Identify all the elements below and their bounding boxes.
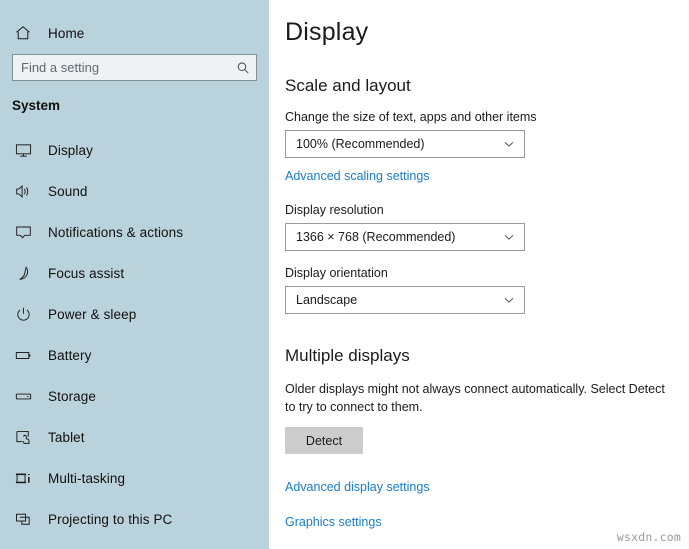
sidebar-section-title: System — [12, 98, 269, 113]
sidebar-item-label: Focus assist — [48, 266, 124, 281]
search-icon[interactable] — [230, 55, 256, 80]
multiple-displays-heading: Multiple displays — [285, 346, 689, 366]
sidebar: Home System Display — [0, 0, 269, 549]
moon-icon — [12, 263, 34, 285]
resolution-dropdown-value: 1366 × 768 (Recommended) — [296, 230, 500, 244]
monitor-icon — [12, 140, 34, 162]
resolution-field-label: Display resolution — [285, 203, 689, 217]
sidebar-item-label: Storage — [48, 389, 96, 404]
sidebar-item-focus-assist[interactable]: Focus assist — [0, 253, 269, 294]
resolution-dropdown[interactable]: 1366 × 768 (Recommended) — [285, 223, 525, 251]
sidebar-item-label: Display — [48, 143, 93, 158]
sidebar-item-notifications[interactable]: Notifications & actions — [0, 212, 269, 253]
scale-field-label: Change the size of text, apps and other … — [285, 110, 689, 124]
orientation-dropdown-value: Landscape — [296, 293, 500, 307]
page-title: Display — [285, 18, 689, 47]
sidebar-item-sound[interactable]: Sound — [0, 171, 269, 212]
orientation-field-label: Display orientation — [285, 266, 689, 280]
sidebar-item-label: Projecting to this PC — [48, 512, 172, 527]
sidebar-item-projecting[interactable]: Projecting to this PC — [0, 499, 269, 540]
sidebar-item-battery[interactable]: Battery — [0, 335, 269, 376]
home-icon — [12, 22, 34, 44]
sidebar-nav-list: Display Sound Notifica — [0, 130, 269, 540]
search-input[interactable] — [13, 55, 230, 80]
chevron-down-icon[interactable] — [500, 291, 518, 309]
sidebar-item-label: Sound — [48, 184, 88, 199]
detect-button[interactable]: Detect — [285, 427, 363, 454]
speaker-icon — [12, 181, 34, 203]
scale-and-layout-heading: Scale and layout — [285, 76, 689, 96]
notification-icon — [12, 222, 34, 244]
advanced-scaling-settings-link[interactable]: Advanced scaling settings — [285, 169, 430, 183]
scale-dropdown[interactable]: 100% (Recommended) — [285, 130, 525, 158]
sidebar-item-storage[interactable]: Storage — [0, 376, 269, 417]
sidebar-item-label: Multi-tasking — [48, 471, 125, 486]
watermark: wsxdn.com — [617, 530, 681, 544]
main-content: Display Scale and layout Change the size… — [269, 0, 689, 549]
multitasking-icon — [12, 468, 34, 490]
chevron-down-icon[interactable] — [500, 135, 518, 153]
sidebar-item-home[interactable]: Home — [0, 18, 269, 48]
advanced-display-settings-link[interactable]: Advanced display settings — [285, 480, 430, 494]
multiple-displays-description: Older displays might not always connect … — [285, 380, 670, 416]
sidebar-item-power-sleep[interactable]: Power & sleep — [0, 294, 269, 335]
sidebar-item-label: Tablet — [48, 430, 85, 445]
search-box[interactable] — [12, 54, 257, 81]
orientation-dropdown[interactable]: Landscape — [285, 286, 525, 314]
sidebar-item-label: Battery — [48, 348, 91, 363]
sidebar-item-multi-tasking[interactable]: Multi-tasking — [0, 458, 269, 499]
sidebar-item-display[interactable]: Display — [0, 130, 269, 171]
scale-dropdown-value: 100% (Recommended) — [296, 137, 500, 151]
battery-icon — [12, 345, 34, 367]
projecting-icon — [12, 509, 34, 531]
sidebar-item-label: Power & sleep — [48, 307, 136, 322]
power-icon — [12, 304, 34, 326]
settings-window: Home System Display — [0, 0, 689, 549]
sidebar-item-label: Notifications & actions — [48, 225, 183, 240]
tablet-icon — [12, 427, 34, 449]
graphics-settings-link[interactable]: Graphics settings — [285, 515, 382, 529]
sidebar-item-label: Home — [48, 26, 84, 41]
sidebar-item-tablet[interactable]: Tablet — [0, 417, 269, 458]
storage-icon — [12, 386, 34, 408]
chevron-down-icon[interactable] — [500, 228, 518, 246]
